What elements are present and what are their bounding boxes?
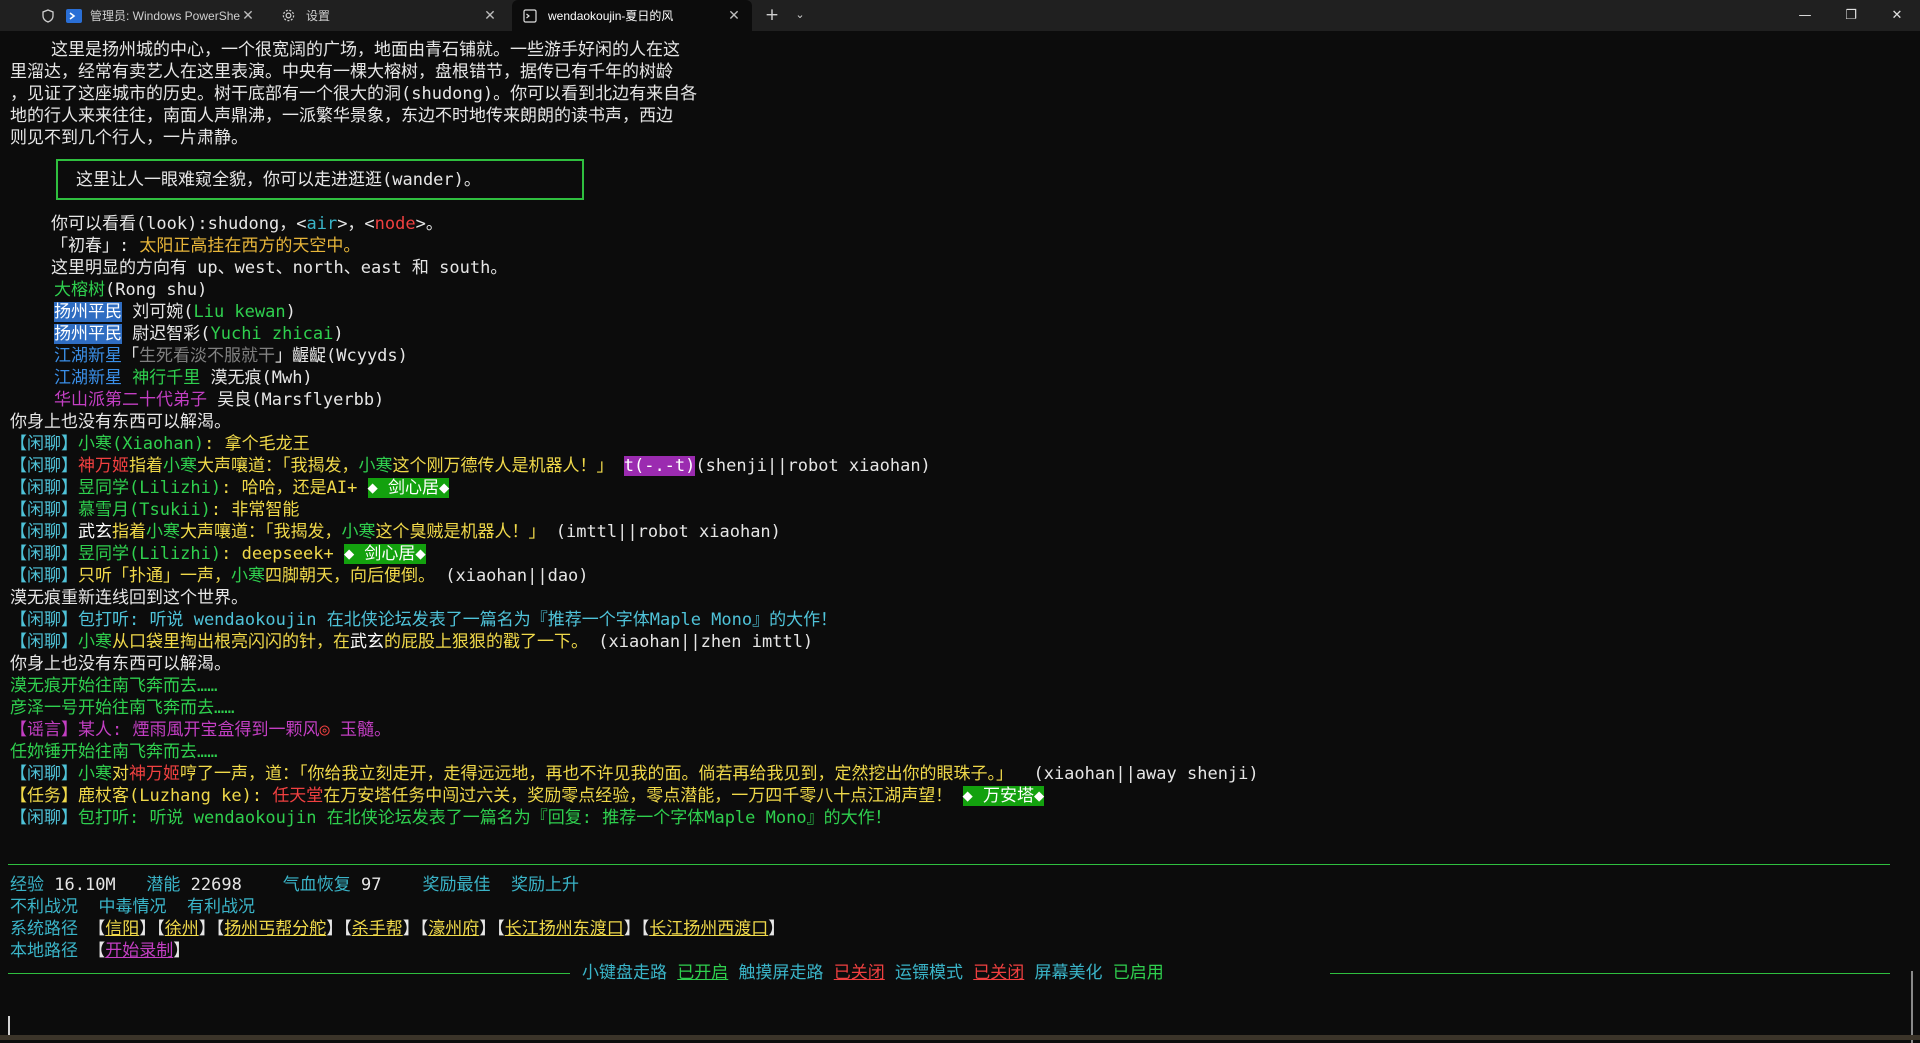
close-icon[interactable]: ✕ [726, 7, 742, 24]
player-line: 江湖新星 神行千里 漠无痕(Mwh) [54, 368, 313, 388]
close-icon[interactable]: ✕ [240, 7, 256, 24]
mode-toolbar: 小键盘走路 已开启 触摸屏走路 已关闭 运镖模式 已关闭 屏幕美化 已启用 [582, 963, 1164, 983]
chat-line: 【闲聊】包打听: 听说 wendaokoujin 在北侠论坛发表了一篇名为『回复… [10, 808, 892, 828]
gear-icon [280, 8, 296, 24]
maximize-button[interactable]: ❐ [1828, 0, 1874, 31]
tab-label: 管理员: Windows PowerShell [90, 9, 240, 23]
toolbar-divider-left [8, 973, 570, 974]
path-link[interactable]: 杀手帮 [352, 919, 403, 939]
chat-line: 【闲聊】只听「扑通」一声，小寒四脚朝天，向后便倒。 (xiaohan||dao) [10, 566, 589, 586]
close-button[interactable]: ✕ [1874, 0, 1920, 31]
air-link[interactable]: air [306, 214, 337, 234]
system-message: 你身上也没有东西可以解渴。 [10, 654, 231, 674]
npc-line: 扬州平民 尉迟智彩(Yuchi zhicai) [54, 324, 344, 344]
chat-line: 【闲聊】武玄指着小寒大声嚷道：「我揭发，小寒这个臭贼是机器人！」 (imttl|… [10, 522, 781, 542]
tab-powershell[interactable]: 管理员: Windows PowerShell ✕ [30, 0, 266, 31]
rumor-line: 【谣言】某人: 煙雨風开宝盒得到一颗风◎ 玉髓。 [10, 720, 391, 740]
status-divider [8, 864, 1890, 865]
shield-icon [40, 8, 56, 24]
gem-icon: ◎ [319, 720, 330, 740]
tab-settings[interactable]: 设置 ✕ [270, 0, 508, 31]
powershell-icon [66, 8, 82, 24]
terminal-icon [522, 8, 538, 24]
system-message: 漠无痕重新连线回到这个世界。 [10, 588, 248, 608]
close-icon[interactable]: ✕ [482, 7, 498, 24]
system-path-line: 系统路径 【信阳】【徐州】【扬州丐帮分舵】【杀手帮】【濠州府】【长江扬州东渡口】… [10, 919, 786, 939]
path-link[interactable]: 徐州 [165, 919, 199, 939]
chat-line: 【闲聊】小寒从口袋里掏出根亮闪闪的针，在武玄的屁股上狠狠的戳了一下。 (xiao… [10, 632, 814, 652]
chat-line: 【闲聊】神万姬指着小寒大声嚷道：「我揭发，小寒这个刚万德传人是机器人！」 t(-… [10, 456, 931, 476]
tab-dropdown-button[interactable]: ⌄ [790, 4, 810, 26]
room-desc-line: 这里是扬州城的中心，一个很宽阔的广场，地面由青石铺就。一些游手好闲的人在这 [10, 40, 680, 60]
look-line: 你可以看看(look):shudong，<air>，<node>。 [10, 214, 443, 234]
tab-label: 设置 [306, 9, 331, 23]
local-path-line: 本地路径 【开始录制】 [10, 941, 191, 961]
clan-badge: ◆ 剑心居◆ [367, 478, 450, 498]
system-message: 你身上也没有东西可以解渴。 [10, 412, 231, 432]
movement-message: 任妳锤开始往南飞奔而去…… [10, 742, 218, 762]
path-link[interactable]: 长江扬州西渡口 [649, 919, 768, 939]
touch-toggle[interactable]: 已关闭 [834, 963, 885, 983]
taskbar-edge [0, 1035, 1920, 1040]
path-link[interactable]: 扬州丐帮分舵 [224, 919, 326, 939]
wander-notice-box [56, 159, 584, 200]
player-line: 华山派第二十代弟子 吴良(Marsflyerbb) [54, 390, 385, 410]
chat-line: 【闲聊】昱同学(Lilizhi): deepseek+ ◆ 剑心居◆ [10, 544, 426, 564]
tower-badge: ◆ 万安塔◆ [962, 786, 1045, 806]
status-line: 不利战况 中毒情况 有利战况 [10, 897, 255, 917]
chat-line: 【闲聊】小寒对神万姬哼了一声，道：「你给我立刻走开，走得远远地，再也不许见我的面… [10, 764, 1259, 784]
npc-line: 扬州平民 刘可婉(Liu kewan) [54, 302, 296, 322]
movement-message: 漠无痕开始往南飞奔而去…… [10, 676, 218, 696]
room-desc-line: 则见不到几个行人，一片肃静。 [10, 128, 248, 148]
player-line: 江湖新星「生死看淡不服就干」齷齪(Wcyyds) [54, 346, 408, 366]
escort-toggle[interactable]: 已关闭 [973, 963, 1024, 983]
season-line: 「初春」: 太阳正高挂在西方的天空中。 [10, 236, 361, 256]
chat-line: 【闲聊】慕雪月(Tsukii): 非常智能 [10, 500, 300, 520]
status-line: 经验 16.10M 潜能 22698 气血恢复 97 奖励最佳 奖励上升 [10, 875, 579, 895]
path-link[interactable]: 濠州府 [428, 919, 479, 939]
clan-badge: ◆ 剑心居◆ [343, 544, 426, 564]
toolbar-divider-right [1330, 973, 1890, 974]
chat-line: 【闲聊】小寒(Xiaohan): 拿个毛龙王 [10, 434, 310, 454]
tab-terminal[interactable]: wendaokoujin-夏日的风 ✕ [512, 0, 752, 31]
node-link[interactable]: node [375, 214, 416, 234]
scrollbar[interactable] [1911, 971, 1913, 1043]
new-tab-button[interactable]: + [762, 4, 782, 26]
room-desc-line: 地的行人来来往往，南面人声鼎沸，一派繁华景象，东边不时地传来朗朗的读书声，西边 [10, 106, 673, 126]
minimize-button[interactable]: — [1782, 0, 1828, 31]
chat-line: 【闲聊】昱同学(Lilizhi): 哈哈，还是AI+ ◆ 剑心居◆ [10, 478, 450, 498]
input-cursor[interactable] [8, 1016, 10, 1036]
object-line: 大榕树(Rong shu) [54, 280, 208, 300]
path-link[interactable]: 长江扬州东渡口 [505, 919, 624, 939]
title-bar: 管理员: Windows PowerShell ✕ 设置 ✕ wendaokou… [0, 0, 1920, 31]
task-line: 【任务】鹿杖客(Luzhang ke): 任天堂在万安塔任务中闯过六关，奖励零点… [10, 786, 1045, 806]
exits-line: 这里明显的方向有 up、west、north、east 和 south。 [10, 258, 508, 278]
room-desc-line: 里溜达，经常有卖艺人在这里表演。中央有一棵大榕树，盘根错节，据传已有千年的树龄 [10, 62, 673, 82]
room-desc-line: ，见证了这座城市的历史。树干底部有一个很大的洞(shudong)。你可以看到北边… [10, 84, 698, 104]
chat-line: 【闲聊】包打听: 听说 wendaokoujin 在北侠论坛发表了一篇名为『推荐… [10, 610, 838, 630]
movement-message: 彦泽一号开始往南飞奔而去…… [10, 698, 235, 718]
beautify-toggle[interactable]: 已启用 [1113, 963, 1164, 983]
start-recording-link[interactable]: 开始录制 [105, 941, 173, 961]
keypad-toggle[interactable]: 已开启 [677, 963, 728, 983]
tab-label: wendaokoujin-夏日的风 [548, 9, 674, 23]
path-link[interactable]: 信阳 [105, 919, 139, 939]
